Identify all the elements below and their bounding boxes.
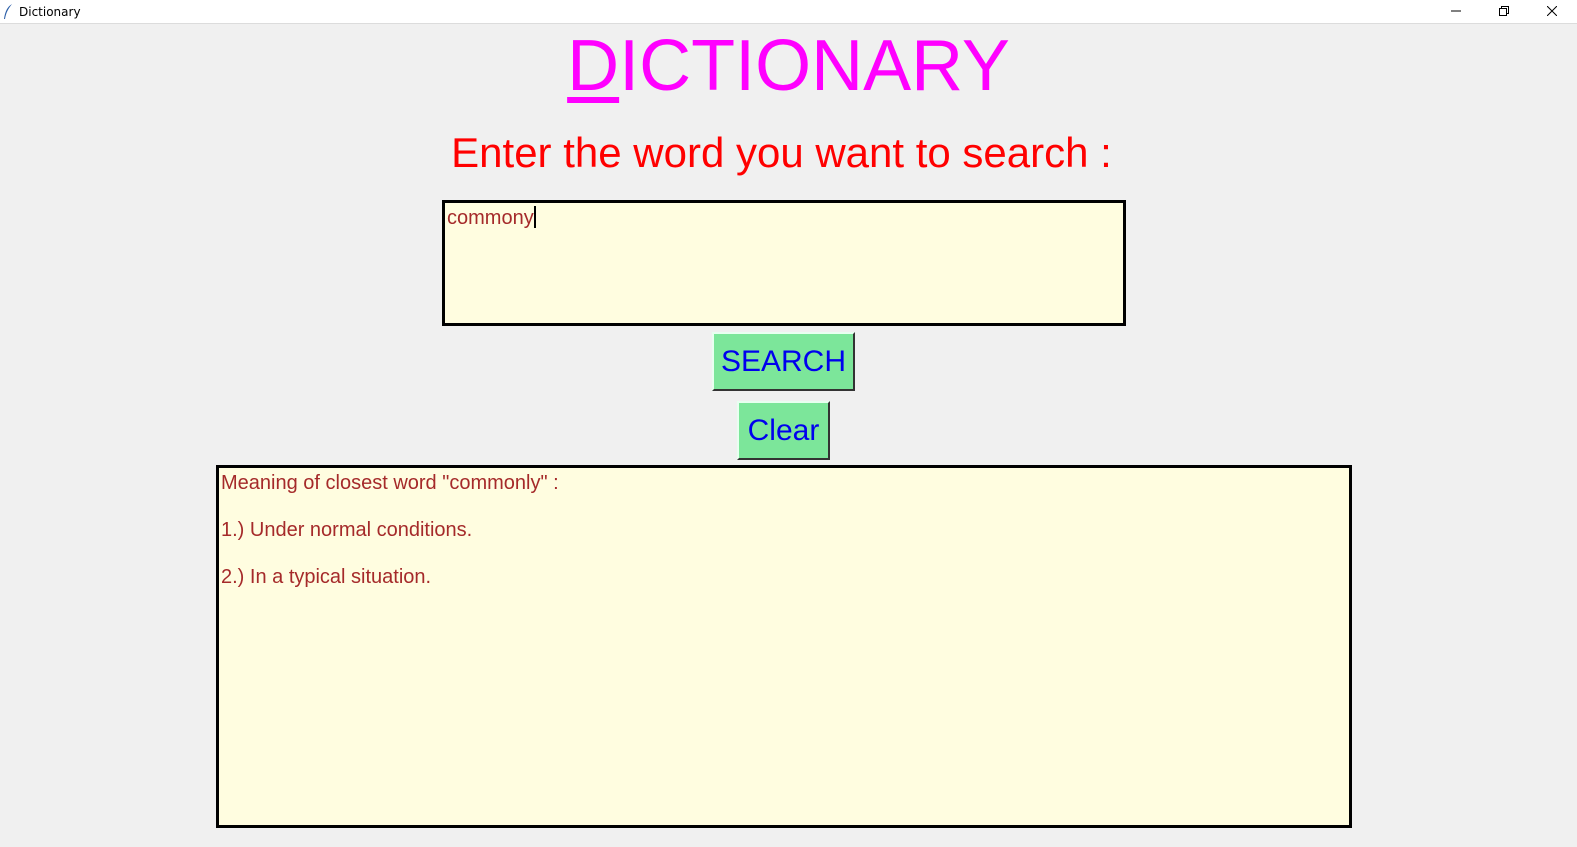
page-title-rest: ICTIONARY bbox=[619, 26, 1010, 106]
result-line: 1.) Under normal conditions. bbox=[221, 519, 473, 541]
result-output[interactable]: Meaning of closest word "commonly" : 1.)… bbox=[216, 465, 1352, 828]
search-prompt: Enter the word you want to search : bbox=[451, 129, 1112, 176]
result-line: 2.) In a typical situation. bbox=[221, 566, 432, 588]
feather-icon bbox=[3, 4, 13, 20]
text-cursor bbox=[533, 206, 536, 228]
search-button[interactable]: SEARCH bbox=[712, 332, 855, 391]
close-button[interactable] bbox=[1529, 0, 1575, 24]
window-title: Dictionary bbox=[19, 5, 81, 19]
page-title-underlined-letter: D bbox=[567, 26, 620, 106]
restore-icon bbox=[1499, 3, 1509, 21]
clear-button[interactable]: Clear bbox=[737, 401, 830, 460]
search-input-value: commony bbox=[447, 207, 534, 229]
restore-button[interactable] bbox=[1481, 0, 1527, 24]
page-title: DICTIONARY bbox=[0, 26, 1577, 106]
minimize-icon bbox=[1451, 3, 1461, 21]
result-line: Meaning of closest word "commonly" : bbox=[221, 472, 559, 494]
title-bar: Dictionary bbox=[0, 0, 1577, 24]
search-input[interactable]: commony bbox=[442, 200, 1126, 326]
close-icon bbox=[1546, 3, 1558, 21]
minimize-button[interactable] bbox=[1433, 0, 1479, 24]
